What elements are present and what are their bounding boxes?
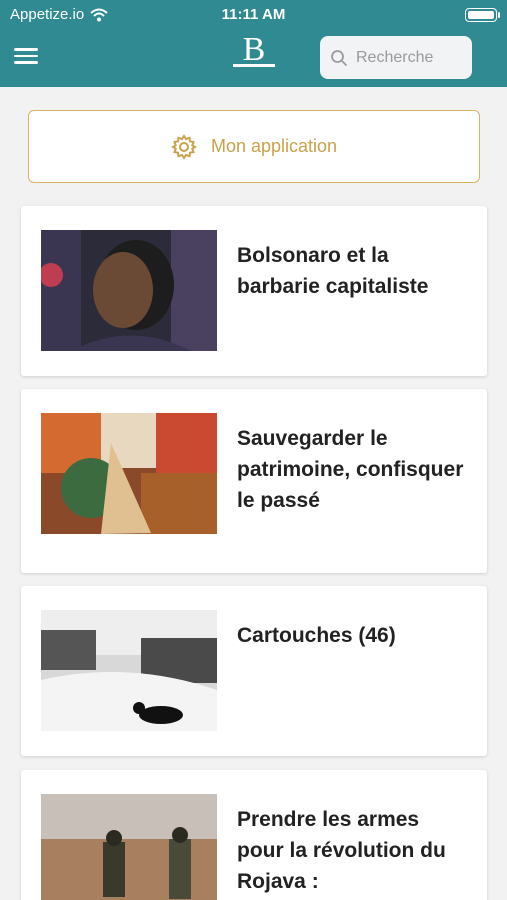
article-card[interactable]: Prendre les armes pour la révolution du … [21, 770, 487, 900]
gear-icon [171, 133, 197, 160]
search-icon [331, 49, 347, 66]
hamburger-menu-icon[interactable] [14, 48, 38, 68]
article-card[interactable]: Cartouches (46) [21, 586, 487, 756]
my-app-button[interactable]: Mon application [28, 110, 480, 183]
my-app-label: Mon application [210, 136, 338, 156]
article-thumbnail [41, 230, 217, 351]
search-field[interactable] [320, 36, 472, 79]
battery-icon [465, 8, 500, 22]
nav-bar: B [0, 28, 507, 87]
site-logo[interactable]: B [229, 30, 279, 74]
article-title[interactable]: Sauvegarder le patrimoine, confisquer le… [237, 423, 469, 516]
article-title[interactable]: Prendre les armes pour la révolution du … [237, 804, 469, 897]
article-title[interactable]: Bolsonaro et la barbarie capitaliste [237, 240, 469, 302]
status-time: 11:11 AM [221, 6, 286, 23]
article-card[interactable]: Sauvegarder le patrimoine, confisquer le… [21, 389, 487, 573]
article-title[interactable]: Cartouches (46) [237, 620, 469, 651]
search-input[interactable] [356, 48, 466, 67]
logo-letter: B [243, 31, 266, 68]
status-bar: Appetize.io 11:11 AM [0, 0, 507, 28]
article-thumbnail [41, 610, 217, 731]
article-thumbnail [41, 413, 217, 534]
article-card[interactable]: Bolsonaro et la barbarie capitaliste [21, 206, 487, 376]
article-thumbnail [41, 794, 217, 900]
